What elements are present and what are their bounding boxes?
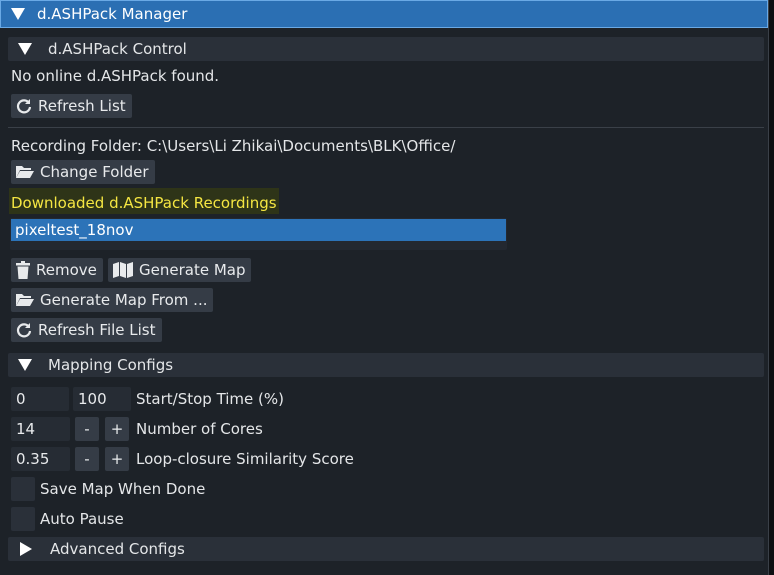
save-map-checkbox[interactable] [11,477,35,501]
start-time-input[interactable]: 0 [11,387,69,411]
folder-open-icon [16,166,34,178]
stop-time-input[interactable]: 100 [73,387,131,411]
similarity-score-label: Loop-closure Similarity Score [136,450,354,468]
refresh-file-list-label: Refresh File List [38,321,156,339]
section-divider [8,127,764,128]
downloaded-recordings-title: Downloaded d.ASHPack Recordings [9,188,279,214]
cores-input[interactable]: 14 [11,417,70,441]
change-folder-label: Change Folder [40,163,149,181]
save-map-label: Save Map When Done [40,480,206,498]
chevron-down-icon [18,43,32,55]
mapping-configs-header[interactable]: Mapping Configs [8,353,764,377]
cores-decrement-button[interactable]: - [75,417,99,441]
trash-icon [16,261,30,279]
refresh-icon [16,323,32,338]
cores-label: Number of Cores [136,420,263,438]
similarity-increment-button[interactable]: + [105,447,129,471]
advanced-header-label: Advanced Configs [50,540,185,558]
advanced-configs-header[interactable]: Advanced Configs [8,537,764,561]
list-item[interactable]: pixeltest_18nov [11,219,506,241]
refresh-icon [16,99,32,114]
remove-label: Remove [36,261,97,279]
auto-pause-label: Auto Pause [40,510,124,528]
refresh-list-label: Refresh List [38,97,126,115]
refresh-file-list-button[interactable]: Refresh File List [11,318,162,342]
remove-button[interactable]: Remove [11,258,103,282]
cores-increment-button[interactable]: + [105,417,129,441]
similarity-decrement-button[interactable]: - [75,447,99,471]
map-icon [113,262,133,278]
recordings-listbox[interactable]: pixeltest_18nov [10,218,507,250]
chevron-down-icon [11,8,25,20]
online-status-text: No online d.ASHPack found. [11,67,220,85]
control-header-label: d.ASHPack Control [48,40,187,58]
change-folder-button[interactable]: Change Folder [11,160,155,184]
chevron-down-icon [18,359,32,371]
generate-map-label: Generate Map [139,261,246,279]
chevron-right-icon [20,542,32,556]
start-stop-time-label: Start/Stop Time (%) [136,390,285,408]
mapping-header-label: Mapping Configs [48,356,174,374]
auto-pause-checkbox[interactable] [11,507,35,531]
refresh-list-button[interactable]: Refresh List [11,94,132,118]
generate-map-from-button[interactable]: Generate Map From ... [11,288,214,312]
generate-map-from-label: Generate Map From ... [40,291,208,309]
window-title: d.ASHPack Manager [37,5,188,23]
generate-map-button[interactable]: Generate Map [108,258,252,282]
folder-open-icon [16,294,34,306]
similarity-score-input[interactable]: 0.35 [11,447,70,471]
recording-folder-path: Recording Folder: C:\Users\Li Zhikai\Doc… [11,137,456,155]
dashpack-manager-window: d.ASHPack Manager d.ASHPack Control No o… [0,0,769,575]
window-titlebar[interactable]: d.ASHPack Manager [0,0,768,28]
control-section-header[interactable]: d.ASHPack Control [8,37,764,61]
